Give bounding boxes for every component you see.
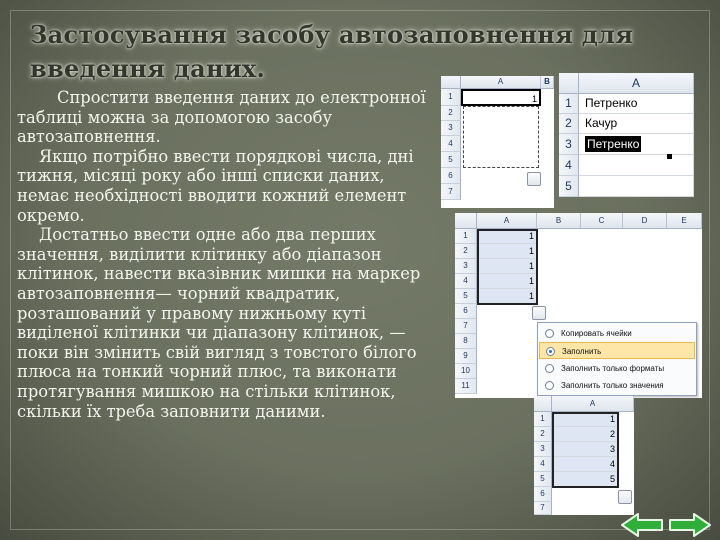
row-header[interactable]: 2 xyxy=(441,106,461,121)
fill-handle[interactable] xyxy=(667,154,672,159)
cell-a3[interactable]: Петренко xyxy=(579,134,694,155)
row-header[interactable]: 4 xyxy=(441,136,461,152)
menu-item-fill-series[interactable]: Заполнить xyxy=(539,342,695,359)
spreadsheet-example-2: A 1 2 3 4 5 Петренко Качур Петренко xyxy=(559,73,694,197)
cell-a1[interactable]: 1 xyxy=(461,89,541,106)
row-header[interactable]: 11 xyxy=(455,379,477,394)
column-header-a[interactable]: A xyxy=(477,213,537,229)
column-header-c[interactable]: C xyxy=(581,213,623,229)
paragraph-1: Спростити введення даних до електронної … xyxy=(17,88,426,147)
radio-icon xyxy=(545,364,554,373)
column-header-a[interactable]: A xyxy=(461,76,541,89)
select-all-corner[interactable] xyxy=(441,76,461,89)
row-header[interactable]: 7 xyxy=(441,184,461,200)
row-header[interactable]: 3 xyxy=(534,442,552,457)
row-header[interactable]: 5 xyxy=(441,152,461,168)
row-header[interactable]: 9 xyxy=(455,349,477,364)
spreadsheet-example-4: A 1 2 3 4 5 6 7 1 2 3 4 5 xyxy=(534,396,634,515)
fill-range-outline xyxy=(463,106,539,168)
paragraph-2: Якщо потрібно ввести порядкові числа, дн… xyxy=(17,146,414,225)
menu-item-label: Копировать ячейки xyxy=(561,329,632,338)
menu-item-copy-cells[interactable]: Копировать ячейки xyxy=(539,325,695,342)
row-header[interactable]: 5 xyxy=(559,176,579,197)
body-text: Спростити введення даних до електронної … xyxy=(17,88,437,421)
selection-outline xyxy=(552,412,619,488)
row-header[interactable]: 6 xyxy=(455,304,477,319)
spreadsheet-example-3: A B C D E 1 2 3 4 5 6 7 8 9 10 11 1 1 1 … xyxy=(455,213,702,398)
cell-a3-value: Петренко xyxy=(585,136,642,152)
menu-item-fill-values[interactable]: Заполнить только значения xyxy=(539,377,695,394)
column-header-d[interactable]: D xyxy=(623,213,667,229)
menu-item-fill-formats[interactable]: Заполнить только форматы xyxy=(539,360,695,377)
row-header[interactable]: 1 xyxy=(559,94,579,114)
autofill-options-icon[interactable] xyxy=(618,490,632,504)
row-header[interactable]: 5 xyxy=(455,289,477,304)
column-header-a[interactable]: A xyxy=(552,396,634,412)
menu-item-label: Заполнить только значения xyxy=(561,381,664,390)
autofill-options-icon[interactable] xyxy=(532,306,546,320)
row-header[interactable]: 3 xyxy=(441,121,461,136)
paragraph-3: Достатньо ввести одне або два перших зна… xyxy=(17,225,421,421)
row-header[interactable]: 1 xyxy=(534,412,552,427)
column-header-e[interactable]: E xyxy=(667,213,702,229)
menu-item-label: Заполнить только форматы xyxy=(561,364,665,373)
column-header-b[interactable]: B xyxy=(541,76,554,89)
autofill-options-icon[interactable] xyxy=(527,172,541,186)
row-header[interactable]: 2 xyxy=(455,244,477,259)
select-all-corner[interactable] xyxy=(455,213,477,229)
cell-a4[interactable] xyxy=(579,155,694,176)
previous-slide-arrow-icon[interactable] xyxy=(620,512,664,538)
row-header[interactable]: 4 xyxy=(534,457,552,472)
row-header[interactable]: 5 xyxy=(534,472,552,487)
row-header[interactable]: 10 xyxy=(455,364,477,379)
cell-a1[interactable]: Петренко xyxy=(579,94,694,114)
row-header[interactable]: 3 xyxy=(455,259,477,274)
row-header[interactable]: 1 xyxy=(441,89,461,106)
radio-icon xyxy=(545,329,554,338)
next-slide-arrow-icon[interactable] xyxy=(668,512,712,538)
row-header[interactable]: 6 xyxy=(441,168,461,184)
select-all-corner[interactable] xyxy=(559,73,579,94)
column-header-a[interactable]: A xyxy=(579,73,694,94)
radio-icon xyxy=(545,381,554,390)
row-header[interactable]: 7 xyxy=(534,502,552,515)
autofill-options-menu: Копировать ячейки Заполнить Заполнить то… xyxy=(537,322,697,396)
row-header[interactable]: 1 xyxy=(455,229,477,244)
row-header[interactable]: 6 xyxy=(534,487,552,502)
row-header[interactable]: 4 xyxy=(559,155,579,176)
column-header-b[interactable]: B xyxy=(537,213,581,229)
row-header[interactable]: 4 xyxy=(455,274,477,289)
row-header[interactable]: 3 xyxy=(559,134,579,155)
spreadsheet-example-1: A B 1 2 3 4 5 6 7 1 xyxy=(441,76,554,208)
row-header[interactable]: 7 xyxy=(455,319,477,334)
row-header[interactable]: 2 xyxy=(534,427,552,442)
select-all-corner[interactable] xyxy=(534,396,552,412)
row-header[interactable]: 8 xyxy=(455,334,477,349)
selection-outline xyxy=(477,229,538,305)
menu-item-label: Заполнить xyxy=(562,347,602,356)
row-header[interactable]: 2 xyxy=(559,114,579,134)
radio-selected-icon xyxy=(546,347,555,356)
cell-a5[interactable] xyxy=(579,176,694,197)
cell-a2[interactable]: Качур xyxy=(579,114,694,134)
